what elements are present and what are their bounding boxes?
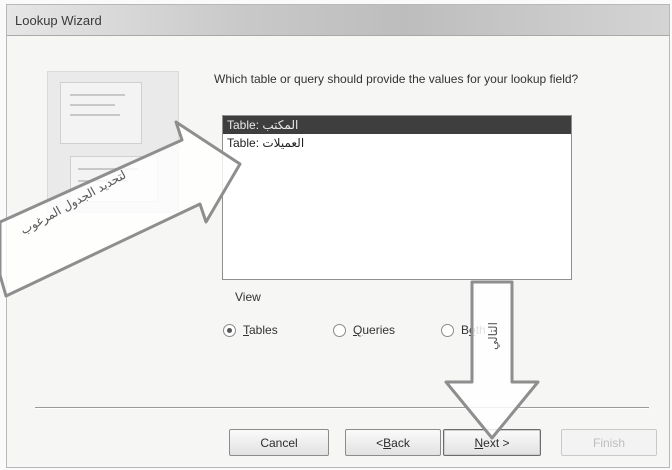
lookup-question: Which table or query should provide the … (214, 72, 579, 86)
queries-radio-option[interactable]: Queries (333, 323, 395, 337)
footer-divider (35, 407, 649, 409)
back-button[interactable]: < Back (345, 429, 441, 456)
cancel-button[interactable]: Cancel (229, 429, 329, 456)
both-radio-label: Both (461, 323, 486, 337)
wizard-illustration (47, 71, 179, 213)
queries-radio-label: Queries (353, 323, 396, 337)
list-item[interactable]: Table: العميلات (223, 134, 571, 152)
list-item[interactable]: Table: المكتب (223, 116, 571, 134)
tables-radio-option[interactable]: Tables (223, 323, 278, 337)
view-group-label: View (235, 290, 261, 304)
both-radio[interactable] (441, 323, 454, 337)
finish-button[interactable]: Finish (561, 429, 657, 456)
window-title: Lookup Wizard (15, 13, 102, 28)
tables-radio-label: Tables (243, 323, 278, 337)
down-annotation-text: التالي (486, 322, 500, 350)
queries-radio[interactable] (333, 323, 346, 337)
both-radio-option[interactable]: Both (441, 323, 486, 337)
table-query-listbox[interactable]: Table: المكتب Table: العميلات (222, 115, 572, 280)
title-bar[interactable]: Lookup Wizard (7, 5, 669, 36)
lookup-wizard-window: Lookup Wizard Which table or query shoul… (6, 4, 670, 468)
tables-radio[interactable] (223, 323, 236, 337)
next-button[interactable]: Next > (443, 429, 541, 456)
